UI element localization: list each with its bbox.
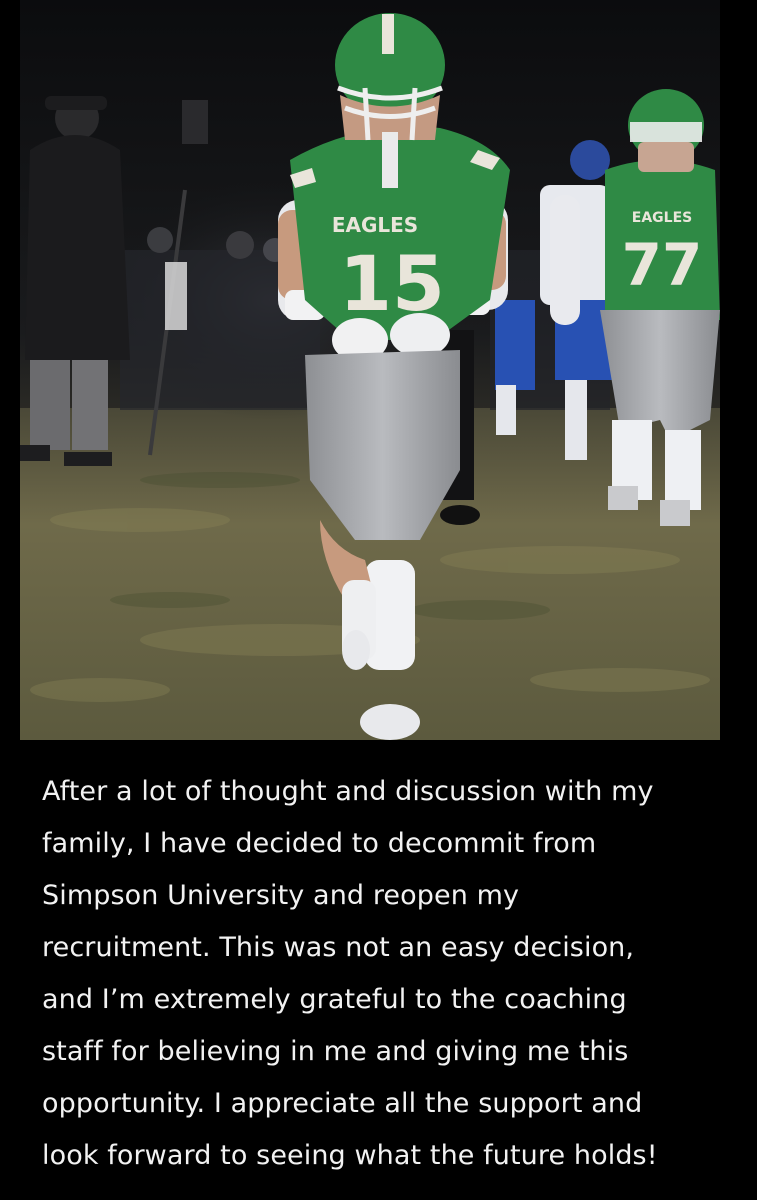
statement-caption: After a lot of thought and discussion wi…: [42, 766, 732, 1182]
caption-line-6: staff for believing in me and giving me …: [42, 1036, 629, 1067]
caption-line-2: family, I have decided to decommit from: [42, 828, 597, 859]
caption-line-7: opportunity. I appreciate all the suppor…: [42, 1088, 643, 1119]
teammate-jersey-team-text: EAGLES: [632, 210, 692, 226]
caption-line-1: After a lot of thought and discussion wi…: [42, 776, 654, 807]
main-jersey-team-text: EAGLES: [332, 213, 418, 237]
caption-line-4: recruitment. This was not an easy decisi…: [42, 932, 635, 963]
caption-line-5: and I’m extremely grateful to the coachi…: [42, 984, 627, 1015]
football-player-photo: EAGLES 77 EAGLES 15: [20, 0, 720, 740]
photo-illustration: EAGLES 77 EAGLES 15: [20, 0, 720, 740]
teammate-jersey-number-text: 77: [622, 231, 703, 299]
caption-line-3: Simpson University and reopen my: [42, 880, 520, 911]
caption-line-8: look forward to seeing what the future h…: [42, 1140, 658, 1171]
